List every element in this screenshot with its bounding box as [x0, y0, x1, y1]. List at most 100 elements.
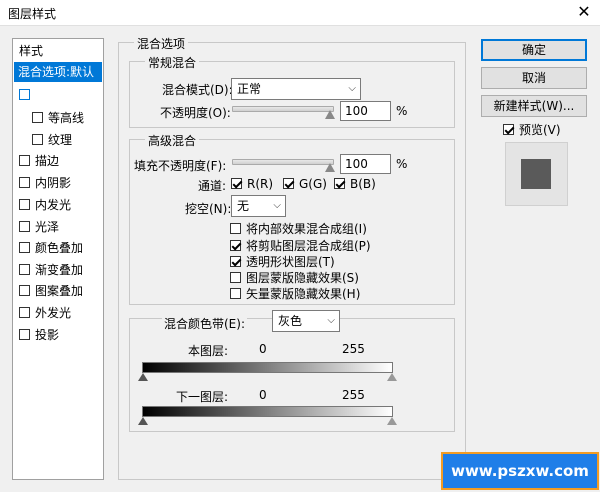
- layer-mask-hides-checkbox[interactable]: [230, 272, 241, 283]
- channels-label: 通道:: [198, 179, 227, 193]
- sidebar-item-contour[interactable]: 等高线: [14, 108, 102, 128]
- underlying-layer-high: 255: [342, 388, 365, 402]
- underlying-black-handle[interactable]: [138, 417, 148, 425]
- sidebar-item-label: 图案叠加: [35, 284, 84, 298]
- sidebar-item-label: 等高线: [48, 111, 85, 125]
- vector-mask-hides-checkbox[interactable]: [230, 288, 241, 299]
- color-overlay-checkbox[interactable]: [19, 242, 30, 253]
- sidebar-item-pattern-overlay[interactable]: 图案叠加: [14, 281, 102, 301]
- sidebar-item-gradient-overlay[interactable]: 渐变叠加: [14, 260, 102, 280]
- sidebar-item-label: 投影: [35, 328, 60, 342]
- sidebar-item-label: 描边: [35, 154, 60, 168]
- this-layer-low: 0: [259, 342, 267, 356]
- title-bar: [0, 0, 600, 26]
- knockout-label: 挖空(N):: [185, 202, 232, 216]
- option-layer-mask-hides[interactable]: 图层蒙版隐藏效果(S): [230, 269, 359, 286]
- channel-g-checkbox[interactable]: [283, 178, 294, 189]
- transparency-shapes-checkbox[interactable]: [230, 256, 241, 267]
- option-blend-interior[interactable]: 将内部效果混合成组(I): [230, 220, 367, 237]
- preview-label: 预览(V): [519, 123, 561, 137]
- underlying-white-handle[interactable]: [387, 417, 397, 425]
- channel-g[interactable]: G(G): [283, 177, 327, 191]
- underlying-layer-label: 下一图层:: [176, 390, 229, 404]
- option-label: 将内部效果混合成组(I): [246, 222, 367, 236]
- chevron-down-icon: ⌵: [327, 315, 335, 326]
- sidebar-item-label: 外发光: [35, 306, 72, 320]
- fill-opacity-slider[interactable]: [232, 159, 334, 165]
- inner-glow-checkbox[interactable]: [19, 199, 30, 210]
- styles-sidebar: 样式 混合选项:默认 等高线 纹理 描边 内阴影 内发光 光泽 颜色叠加 渐变叠…: [12, 38, 104, 480]
- blend-mode-select[interactable]: 正常 ⌵: [231, 78, 361, 100]
- opacity-slider[interactable]: [232, 106, 334, 112]
- close-icon[interactable]: ✕: [573, 2, 595, 22]
- fill-opacity-input[interactable]: 100: [340, 154, 391, 174]
- blend-mode-label: 混合模式(D):: [162, 83, 233, 97]
- opacity-input[interactable]: 100: [340, 101, 391, 121]
- chevron-down-icon: ⌵: [348, 83, 356, 94]
- sidebar-item-drop-shadow[interactable]: 投影: [14, 325, 102, 345]
- stroke-checkbox[interactable]: [19, 155, 30, 166]
- opacity-slider-thumb[interactable]: [325, 110, 335, 119]
- sidebar-item-outer-glow[interactable]: 外发光: [14, 303, 102, 323]
- knockout-select[interactable]: 无 ⌵: [231, 195, 286, 217]
- sidebar-item-label: 混合选项:默认: [18, 65, 95, 79]
- style-preview-box: [505, 142, 568, 206]
- channel-r[interactable]: R(R): [231, 177, 273, 191]
- opacity-unit: %: [396, 104, 408, 118]
- this-layer-high: 255: [342, 342, 365, 356]
- texture-checkbox[interactable]: [32, 134, 43, 145]
- channel-r-checkbox[interactable]: [231, 178, 242, 189]
- sidebar-item-label: 内发光: [35, 198, 72, 212]
- sidebar-item-color-overlay[interactable]: 颜色叠加: [14, 238, 102, 258]
- this-layer-label: 本图层:: [188, 344, 229, 358]
- fill-opacity-slider-thumb[interactable]: [325, 163, 335, 172]
- preview-toggle[interactable]: 预览(V): [503, 121, 561, 138]
- blend-clipped-checkbox[interactable]: [230, 240, 241, 251]
- blend-if-select[interactable]: 灰色 ⌵: [272, 310, 340, 332]
- contour-checkbox[interactable]: [32, 112, 43, 123]
- gradient-overlay-checkbox[interactable]: [19, 264, 30, 275]
- cancel-button[interactable]: 取消: [481, 67, 587, 89]
- sidebar-item-blending-options[interactable]: 混合选项:默认: [14, 62, 102, 82]
- sidebar-item-bevel[interactable]: [14, 85, 102, 105]
- satin-checkbox[interactable]: [19, 221, 30, 232]
- this-layer-black-handle[interactable]: [138, 373, 148, 381]
- option-label: 图层蒙版隐藏效果(S): [246, 271, 359, 285]
- option-blend-clipped[interactable]: 将剪贴图层混合成组(P): [230, 237, 371, 254]
- drop-shadow-checkbox[interactable]: [19, 329, 30, 340]
- sidebar-item-inner-shadow[interactable]: 内阴影: [14, 173, 102, 193]
- sidebar-item-stroke[interactable]: 描边: [14, 151, 102, 171]
- option-vector-mask-hides[interactable]: 矢量蒙版隐藏效果(H): [230, 285, 360, 302]
- blend-interior-checkbox[interactable]: [230, 223, 241, 234]
- option-transparency-shapes[interactable]: 透明形状图层(T): [230, 253, 335, 270]
- pattern-overlay-checkbox[interactable]: [19, 285, 30, 296]
- sidebar-item-inner-glow[interactable]: 内发光: [14, 195, 102, 215]
- preview-checkbox[interactable]: [503, 124, 514, 135]
- underlying-layer-low: 0: [259, 388, 267, 402]
- option-label: 透明形状图层(T): [246, 255, 335, 269]
- channel-b[interactable]: B(B): [334, 177, 376, 191]
- new-style-button[interactable]: 新建样式(W)...: [481, 95, 587, 117]
- channel-g-label: G(G): [299, 177, 327, 191]
- sidebar-item-texture[interactable]: 纹理: [14, 130, 102, 150]
- option-label: 矢量蒙版隐藏效果(H): [246, 287, 361, 301]
- fill-opacity-label: 填充不透明度(F):: [134, 159, 227, 173]
- outer-glow-checkbox[interactable]: [19, 307, 30, 318]
- this-layer-white-handle[interactable]: [387, 373, 397, 381]
- option-label: 将剪贴图层混合成组(P): [246, 239, 371, 253]
- inner-shadow-checkbox[interactable]: [19, 177, 30, 188]
- bevel-checkbox[interactable]: [19, 89, 30, 100]
- blend-mode-value: 正常: [237, 82, 262, 96]
- ok-button[interactable]: 确定: [481, 39, 587, 61]
- knockout-value: 无: [237, 199, 250, 213]
- section-title: 混合选项: [134, 35, 189, 52]
- sidebar-item-label: 颜色叠加: [35, 241, 84, 255]
- sidebar-heading: 样式: [19, 44, 44, 58]
- sidebar-item-label: 内阴影: [35, 176, 72, 190]
- opacity-label: 不透明度(O):: [160, 106, 231, 120]
- preview-swatch: [521, 159, 551, 189]
- channel-b-label: B(B): [350, 177, 376, 191]
- blend-if-label: 混合颜色带(E):: [162, 315, 247, 332]
- channel-b-checkbox[interactable]: [334, 178, 345, 189]
- sidebar-item-satin[interactable]: 光泽: [14, 217, 102, 237]
